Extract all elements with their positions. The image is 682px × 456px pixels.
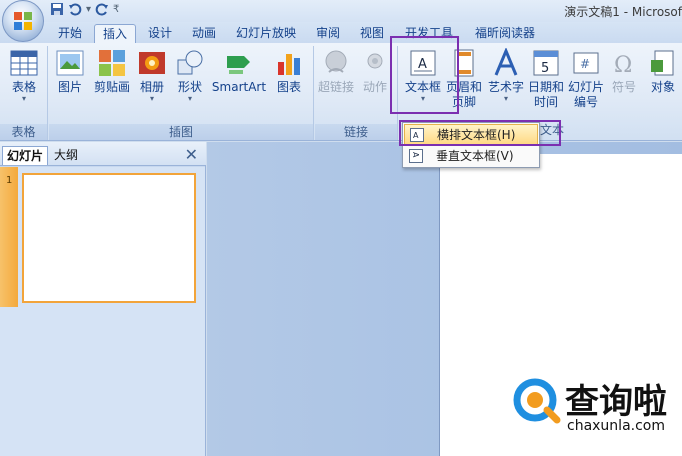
omega-icon: Ω <box>614 53 632 78</box>
undo-icon[interactable] <box>68 2 82 16</box>
chevron-down-icon: ▾ <box>21 94 26 103</box>
chevron-down-icon: ▾ <box>503 94 508 103</box>
wordart-button[interactable]: 艺术字 ▾ <box>485 48 527 103</box>
photo-album-button[interactable]: 相册 ▾ <box>137 48 167 103</box>
window-title: 演示文稿1 - Microsof <box>564 5 682 19</box>
office-logo-icon <box>14 12 32 30</box>
chart-icon <box>278 54 300 75</box>
tab-foxit-reader[interactable]: 福昕阅读器 <box>466 24 544 44</box>
shapes-icon <box>177 50 203 75</box>
slide-thumbnail[interactable] <box>22 173 196 303</box>
highlight-horizontal-textbox <box>399 120 561 146</box>
photo-album-icon <box>139 52 165 74</box>
watermark: 查询啦 chaxunla.com <box>507 370 682 456</box>
pane-tabs: 幻灯片 大纲 ✕ <box>0 142 206 166</box>
ribbon: 表格 ▾ 表格 图片 剪贴画 相册 ▾ 形状 ▾ SmartArt 图表 插图 … <box>0 43 682 141</box>
calendar-icon: 5 <box>533 50 559 76</box>
office-button[interactable] <box>2 0 44 42</box>
vertical-textbox-icon: A <box>409 149 423 163</box>
chevron-down-icon: ▾ <box>187 94 192 103</box>
picture-icon <box>56 50 84 76</box>
action-icon <box>367 53 383 69</box>
tab-view[interactable]: 视图 <box>352 24 392 44</box>
clipart-icon <box>99 50 125 76</box>
action-button[interactable]: 动作 <box>359 48 391 95</box>
tab-slideshow[interactable]: 幻灯片放映 <box>229 24 303 44</box>
group-tables: 表格 ▾ 表格 <box>0 46 48 140</box>
watermark-url: chaxunla.com <box>567 418 665 434</box>
clipart-button[interactable]: 剪贴画 <box>91 48 133 95</box>
menu-item-vertical-textbox[interactable]: A 垂直文本框(V) <box>404 146 538 167</box>
hyperlink-icon <box>325 50 347 73</box>
symbol-button[interactable]: Ω 符号 <box>607 48 641 95</box>
table-icon <box>10 50 38 76</box>
smartart-icon <box>227 56 250 74</box>
smartart-button[interactable]: SmartArt <box>211 48 267 95</box>
slide-number-icon: # <box>573 52 599 74</box>
highlight-textbox-button <box>390 36 459 114</box>
shapes-button[interactable]: 形状 ▾ <box>174 48 206 103</box>
slides-pane: 幻灯片 大纲 ✕ 1 <box>0 142 206 456</box>
object-button[interactable]: 对象 <box>645 48 681 95</box>
date-time-button[interactable]: 5 日期和 时间 <box>527 48 565 110</box>
tab-animations[interactable]: 动画 <box>184 24 224 44</box>
chaxunla-logo-icon <box>513 378 561 424</box>
slide-number: 1 <box>6 175 13 186</box>
tab-design[interactable]: 设计 <box>140 24 180 44</box>
svg-text:Ω: Ω <box>614 53 632 78</box>
object-icon <box>651 50 674 76</box>
tab-insert[interactable]: 插入 <box>94 24 136 44</box>
table-button[interactable]: 表格 ▾ <box>5 48 43 103</box>
quick-access-toolbar: ▾ ₹ <box>50 2 119 16</box>
tab-review[interactable]: 审阅 <box>308 24 348 44</box>
wordart-icon <box>494 48 518 76</box>
tab-outline[interactable]: 大纲 <box>50 146 82 165</box>
group-links: 超链接 动作 链接 <box>315 46 398 140</box>
group-label-illustrations: 插图 <box>49 124 313 140</box>
picture-button[interactable]: 图片 <box>55 48 85 95</box>
group-illustrations: 图片 剪贴画 相册 ▾ 形状 ▾ SmartArt 图表 插图 <box>49 46 314 140</box>
tab-slides[interactable]: 幻灯片 <box>2 146 49 165</box>
svg-text:A: A <box>411 152 420 158</box>
slide-thumbnails: 1 <box>0 167 205 456</box>
hyperlink-button[interactable]: 超链接 <box>317 48 355 95</box>
customize-qat-icon[interactable]: ₹ <box>113 4 119 15</box>
ribbon-tabs: 开始 插入 设计 动画 幻灯片放映 审阅 视图 开发工具 福昕阅读器 <box>0 22 682 44</box>
close-icon[interactable]: ✕ <box>185 145 198 164</box>
selected-slide-strip: 1 <box>0 167 18 307</box>
save-icon[interactable] <box>50 2 64 16</box>
chevron-down-icon: ▾ <box>149 94 154 103</box>
group-label-links: 链接 <box>315 124 397 140</box>
tab-home[interactable]: 开始 <box>50 24 90 44</box>
redo-icon[interactable] <box>95 2 109 16</box>
watermark-brand: 查询啦 <box>565 382 667 422</box>
title-bar: ▾ ₹ 演示文稿1 - Microsof <box>0 0 682 42</box>
svg-text:#: # <box>580 57 590 71</box>
undo-dropdown-icon[interactable]: ▾ <box>86 4 91 15</box>
slide-number-button[interactable]: # 幻灯片 编号 <box>567 48 605 110</box>
group-label-tables: 表格 <box>0 124 47 140</box>
chart-button[interactable]: 图表 <box>273 48 305 95</box>
svg-text:5: 5 <box>541 61 549 76</box>
